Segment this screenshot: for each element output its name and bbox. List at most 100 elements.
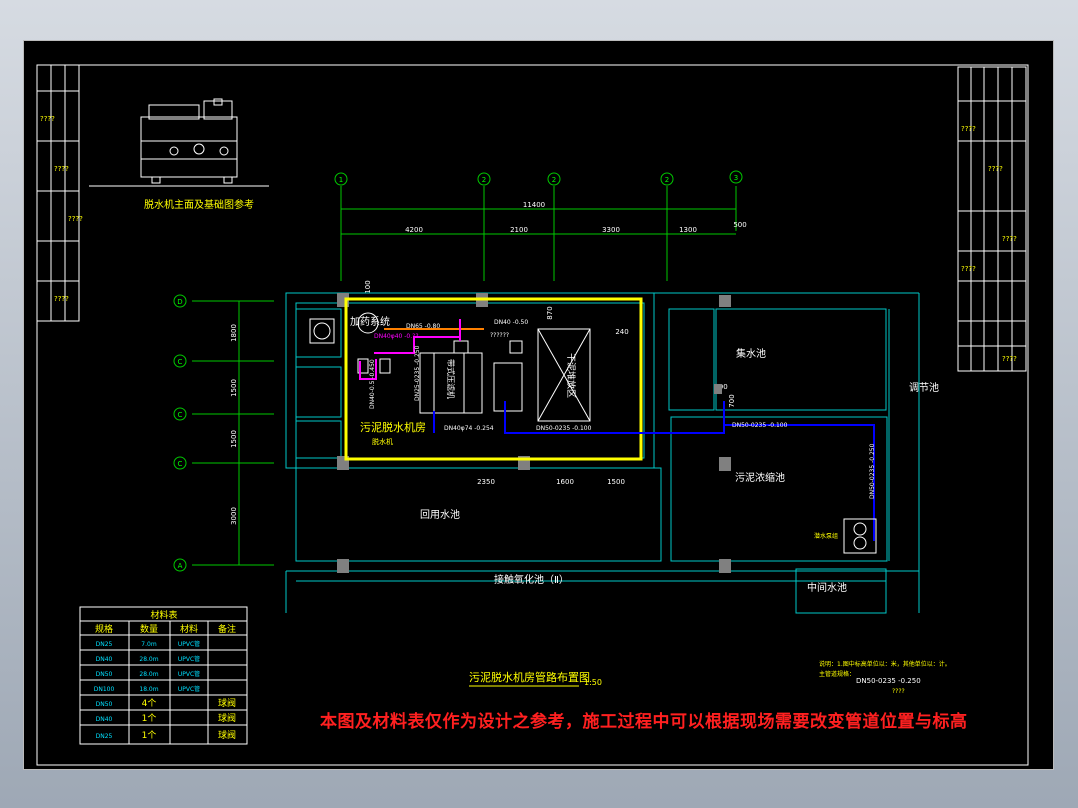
material-table-header: 备注: [218, 623, 236, 635]
axis-label: C: [178, 460, 183, 468]
floor-plan-svg: ???? ???? ???? ???? ???? ???? ???? ???? …: [36, 64, 1029, 766]
title-block-mark: ????: [988, 165, 1003, 173]
axis-label: 2: [665, 176, 669, 184]
axis-label: 2: [552, 176, 556, 184]
dosing-system-label: 加药系统: [350, 315, 390, 328]
collection-tank-label: 集水池: [736, 347, 766, 360]
table-cell: DN25: [96, 641, 113, 648]
material-table-header: 材料: [180, 623, 198, 635]
axis-label: 1: [339, 176, 343, 184]
table-cell: DN50: [96, 701, 113, 708]
table-cell: DN40: [96, 716, 113, 723]
table-cell: 球阀: [218, 712, 236, 724]
table-cell: DN50: [96, 671, 113, 678]
pipe-label: DN40φ40 -0.??: [374, 333, 419, 340]
pipe-label: DN40 -0.50: [494, 319, 528, 326]
pipe-label: DN50-0235 -0.250: [869, 443, 876, 499]
table-cell: DN25: [96, 733, 113, 740]
belt-press-unit: [419, 340, 523, 414]
table-cell: UPVC管: [178, 640, 200, 648]
dim-inner: 240: [615, 328, 628, 336]
dim-left-seg: 1500: [230, 430, 238, 448]
note-pipe: DN50-0235 -0.250: [856, 677, 921, 685]
dewatering-machine-elevation: [89, 98, 269, 187]
table-cell: UPVC管: [178, 685, 200, 693]
dim-inner: 870: [546, 306, 554, 319]
axis-label: C: [178, 411, 183, 419]
thickening-tank-label: 污泥浓缩池: [735, 471, 785, 484]
pipe-label: DN65 -0.80: [406, 323, 440, 330]
machine-room-label: 污泥脱水机房: [360, 420, 426, 434]
table-cell: 球阀: [218, 697, 236, 709]
machine-room-sub-label: 脱水机: [372, 437, 393, 446]
axis-label: D: [177, 298, 182, 306]
table-cell: 28.0m: [139, 656, 158, 663]
table-cell: 球阀: [218, 729, 236, 741]
material-table-title: 材料表: [150, 609, 177, 621]
design-notice: 本图及材料表仅作为设计之参考，施工过程中可以根据现场需要改变管道位置与标高: [320, 712, 968, 732]
dim-top-seg: 4200: [405, 226, 423, 234]
dim-top-seg: 3300: [602, 226, 620, 234]
building-walls: [285, 292, 920, 614]
axis-label: 2: [482, 176, 486, 184]
title-strip-mark: ????: [54, 295, 69, 303]
pipe-label: DN50-0235 -0.100: [536, 425, 592, 432]
table-cell: 7.0m: [141, 641, 157, 648]
pipe-label: DN40φ74 -0.254: [444, 425, 494, 432]
title-block-mark: ????: [961, 125, 976, 133]
dim-inner: 700: [728, 394, 736, 407]
regulating-tank-label: 调节池: [909, 381, 939, 394]
pipe-label: ??????: [490, 332, 509, 339]
reuse-tank-label: 回用水池: [420, 508, 460, 521]
table-cell: 18.0m: [139, 686, 158, 693]
sludge-storage-area: [537, 328, 591, 422]
storage-area-label: 干泥堆放区: [565, 353, 577, 398]
dim-inner: 100: [364, 280, 372, 293]
elevation-caption: 脱水机主面及基础图参考: [144, 198, 254, 211]
title-strip-mark: ????: [68, 215, 83, 223]
table-cell: DN100: [94, 686, 115, 693]
title-strip-mark: ????: [54, 165, 69, 173]
dim-room-bottom: 1600: [556, 478, 574, 486]
drawing-scale: 1:50: [584, 678, 602, 687]
title-block-mark: ????: [1002, 355, 1017, 363]
dim-top-seg: 1300: [679, 226, 697, 234]
dim-left-seg: 1500: [230, 379, 238, 397]
pipe-label: DN40-0.5 -0.450: [369, 359, 376, 409]
material-table-header: 规格: [95, 623, 113, 635]
note-unknown: ????: [892, 688, 905, 695]
note-line: 主管道规格：: [819, 670, 855, 678]
dim-left-seg: 1800: [230, 324, 238, 342]
submersible-pump-group: [843, 518, 877, 554]
table-cell: 1个: [142, 730, 157, 741]
belt-press-label: 带式压滤机: [446, 359, 456, 399]
drawing-title: 污泥脱水机房管路布置图: [469, 670, 590, 684]
left-title-strip: [36, 64, 80, 322]
contact-oxidation-label: 接触氧化池（Ⅱ）: [494, 573, 569, 586]
dim-top-seg: 2100: [510, 226, 528, 234]
pipe-label: DN50-0235 -0.100: [732, 422, 788, 429]
table-cell: DN40: [96, 656, 113, 663]
intermediate-tank-label: 中间水池: [807, 581, 847, 594]
axis-label: C: [178, 358, 183, 366]
dim-room-bottom: 1500: [607, 478, 625, 486]
note-line: 说明：1.图中标高单位以：米，其他单位以：计。: [819, 660, 951, 668]
axis-label: A: [178, 562, 183, 570]
table-cell: 1个: [142, 713, 157, 724]
dim-room-bottom: 2350: [477, 478, 495, 486]
table-cell: 28.0m: [139, 671, 158, 678]
dim-left-seg: 3000: [230, 507, 238, 525]
material-table-header: 数量: [140, 623, 158, 635]
title-block-mark: ????: [961, 265, 976, 273]
axis-label: 3: [734, 174, 738, 182]
pipe-network: [359, 319, 875, 541]
title-strip-mark: ????: [40, 115, 55, 123]
pipe-label: DN25-0235 -0.250: [414, 345, 421, 401]
right-title-block: [957, 66, 1027, 372]
table-cell: UPVC管: [178, 670, 200, 678]
dim-right-extra: 500: [733, 221, 746, 229]
table-cell: UPVC管: [178, 655, 200, 663]
table-cell: 4个: [142, 698, 157, 709]
pump-label: 潜水泵组: [814, 532, 838, 540]
dim-top-total: 11400: [523, 201, 545, 209]
